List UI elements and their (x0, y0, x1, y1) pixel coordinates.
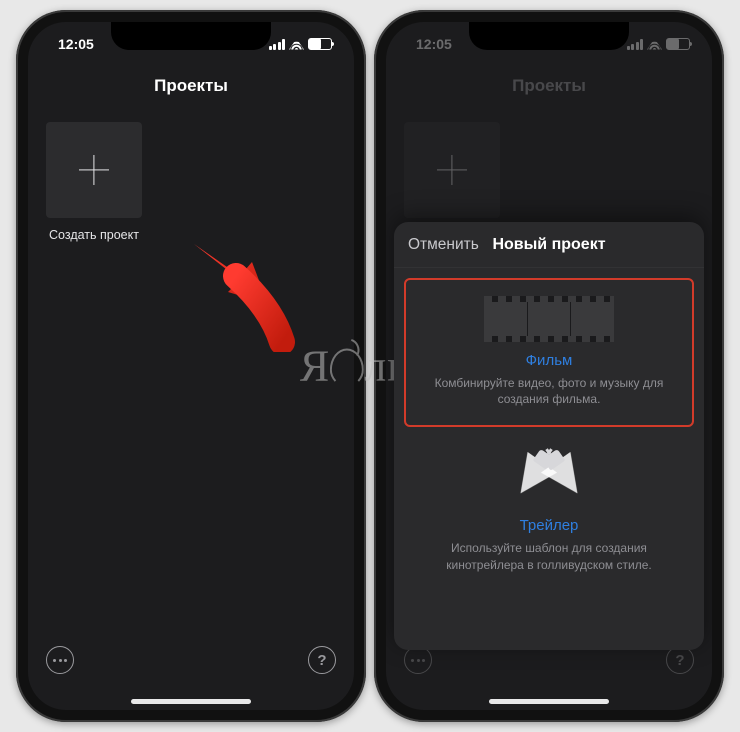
cellular-icon (627, 39, 644, 50)
battery-icon (308, 38, 332, 50)
screen: 12:05 Проекты Создать проект ? (386, 22, 712, 710)
help-button[interactable]: ? (666, 646, 694, 674)
wifi-icon (647, 39, 662, 50)
more-button[interactable] (404, 646, 432, 674)
option-movie-desc: Комбинируйте видео, фото и музыку для со… (418, 375, 680, 407)
page-title: Проекты (28, 66, 354, 110)
create-project-label: Создать проект (46, 228, 142, 242)
option-trailer-desc: Используйте шаблон для создания кинотрей… (416, 540, 682, 572)
notch (469, 22, 629, 50)
status-right (627, 38, 691, 50)
help-icon: ? (317, 652, 326, 669)
option-movie-title: Фильм (418, 352, 680, 369)
ellipsis-icon (411, 659, 425, 662)
new-project-sheet: Отменить Новый проект Фильм Комбинируйте… (394, 222, 704, 650)
cancel-button[interactable]: Отменить (408, 222, 479, 268)
help-icon: ? (675, 652, 684, 669)
create-project-tile (404, 122, 500, 218)
phone-left: 12:05 Проекты Создать проект ? (16, 10, 366, 722)
status-time: 12:05 (416, 36, 452, 52)
battery-icon (666, 38, 690, 50)
phone-right: 12:05 Проекты Создать проект ? (374, 10, 724, 722)
status-time: 12:05 (58, 36, 94, 52)
option-trailer[interactable]: Трейлер Используйте шаблон для создания … (404, 433, 694, 590)
ellipsis-icon (53, 659, 67, 662)
more-button[interactable] (46, 646, 74, 674)
option-movie[interactable]: Фильм Комбинируйте видео, фото и музыку … (404, 278, 694, 427)
home-indicator[interactable] (131, 699, 251, 704)
plus-icon (437, 155, 467, 185)
screen: 12:05 Проекты Создать проект ? (28, 22, 354, 710)
plus-icon (79, 155, 109, 185)
sheet-body: Фильм Комбинируйте видео, фото и музыку … (394, 268, 704, 650)
notch (111, 22, 271, 50)
help-button[interactable]: ? (308, 646, 336, 674)
filmstrip-icon (484, 296, 614, 342)
sheet-title: Новый проект (492, 236, 605, 254)
content-area: Создать проект (28, 110, 354, 710)
status-right (269, 38, 333, 50)
spotlights-icon (504, 449, 594, 507)
cellular-icon (269, 39, 286, 50)
create-project-tile[interactable] (46, 122, 142, 218)
wifi-icon (289, 39, 304, 50)
home-indicator[interactable] (489, 699, 609, 704)
page-title: Проекты (386, 66, 712, 110)
sheet-header: Отменить Новый проект (394, 222, 704, 268)
option-trailer-title: Трейлер (416, 517, 682, 534)
